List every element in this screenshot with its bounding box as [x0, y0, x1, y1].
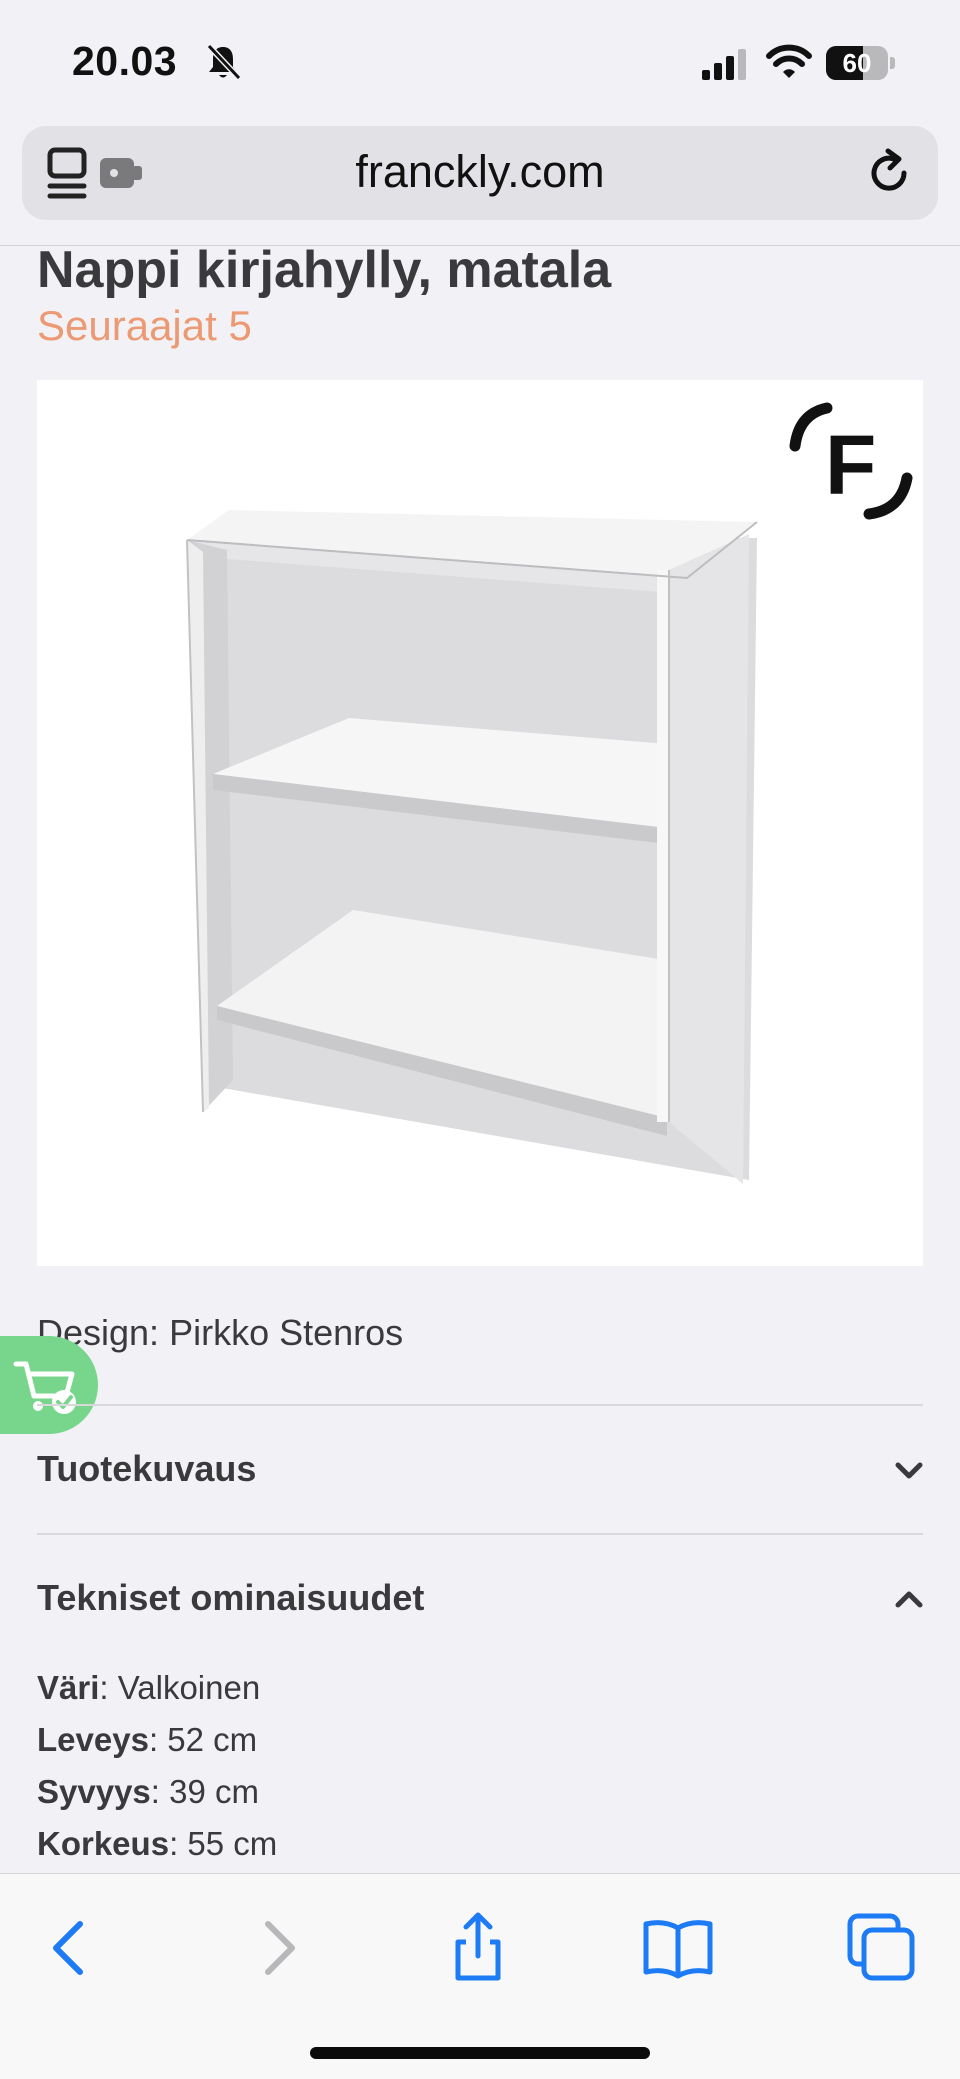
- spec-value: : 52 cm: [148, 1721, 258, 1758]
- chevron-up-icon[interactable]: [893, 1588, 925, 1610]
- spec-key: Syvyys: [37, 1773, 151, 1810]
- status-bar: 20.03 60: [0, 0, 960, 120]
- chevron-down-icon[interactable]: [893, 1460, 925, 1482]
- battery-indicator: 60: [826, 46, 896, 82]
- cart-button[interactable]: [0, 1336, 98, 1434]
- browser-toolbar: [0, 1873, 960, 2079]
- share-icon[interactable]: [442, 1912, 514, 1984]
- address-bar[interactable]: franckly.com: [22, 126, 938, 220]
- tabs-icon[interactable]: [846, 1912, 918, 1984]
- spec-row-depth: Syvyys: 39 cm: [37, 1773, 259, 1811]
- wifi-icon: [766, 44, 812, 78]
- spec-value: : 55 cm: [169, 1825, 278, 1862]
- spec-row-width: Leveys: 52 cm: [37, 1721, 257, 1759]
- status-time: 20.03: [72, 38, 178, 84]
- section-divider: [37, 1404, 923, 1406]
- bookmarks-icon[interactable]: [642, 1912, 714, 1984]
- franckly-logo: F: [789, 402, 913, 520]
- followers-link[interactable]: Seuraajat 5: [37, 302, 252, 350]
- section-divider: [37, 1533, 923, 1535]
- reload-icon[interactable]: [864, 148, 914, 198]
- spec-value: : Valkoinen: [99, 1669, 261, 1706]
- svg-text:F: F: [825, 418, 876, 512]
- cellular-signal-icon: [702, 49, 746, 80]
- spec-row-color: Väri: Valkoinen: [37, 1669, 260, 1707]
- product-title: Nappi kirjahylly, matala: [37, 241, 612, 299]
- url-text[interactable]: franckly.com: [22, 146, 938, 198]
- product-image[interactable]: F: [37, 380, 923, 1266]
- spec-value: : 39 cm: [150, 1773, 259, 1810]
- cart-check-icon: [13, 1361, 76, 1414]
- spec-key: Leveys: [37, 1721, 149, 1758]
- bell-muted-icon: [206, 43, 242, 81]
- back-icon[interactable]: [34, 1912, 106, 1984]
- battery-percent: 60: [842, 48, 872, 78]
- spec-row-height: Korkeus: 55 cm: [37, 1825, 277, 1863]
- technical-section-toggle[interactable]: Tekniset ominaisuudet: [37, 1577, 424, 1619]
- spec-key: Korkeus: [37, 1825, 170, 1862]
- home-indicator[interactable]: [310, 2047, 650, 2059]
- description-section-toggle[interactable]: Tuotekuvaus: [37, 1448, 256, 1490]
- spec-key: Väri: [37, 1669, 100, 1706]
- forward-icon[interactable]: [242, 1912, 314, 1984]
